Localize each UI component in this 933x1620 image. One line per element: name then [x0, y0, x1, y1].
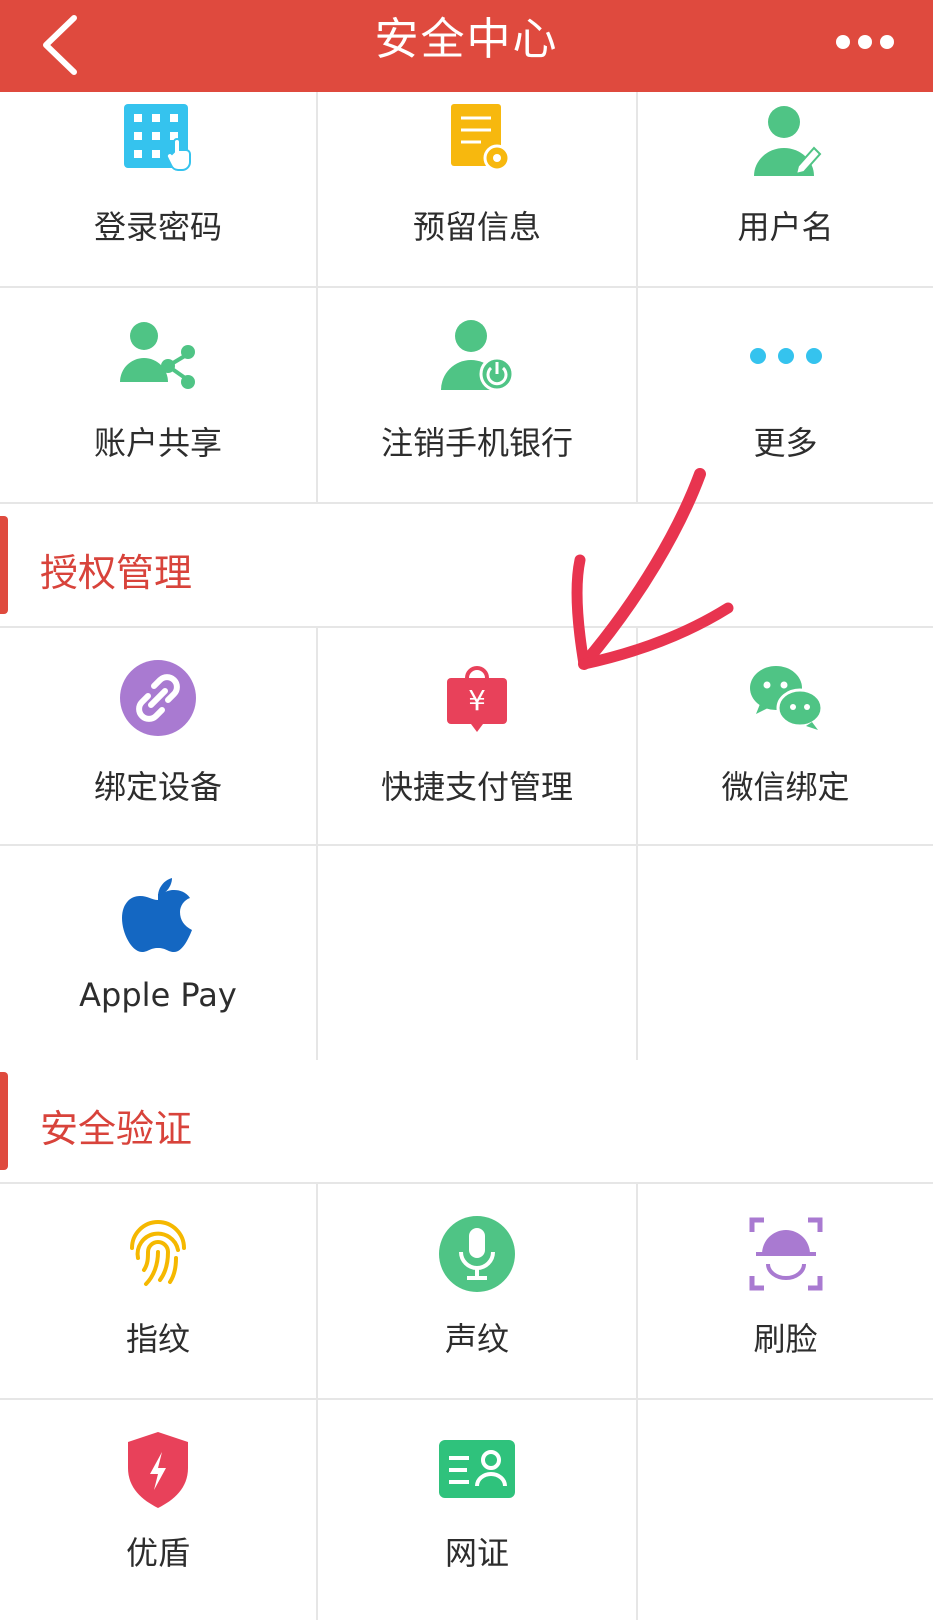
face-scan-icon [749, 1217, 822, 1291]
quick-pay-management-item[interactable]: ¥ 快捷支付管理 [318, 628, 638, 844]
item-label: 快捷支付管理 [380, 768, 573, 806]
shield-bolt-icon [128, 1432, 188, 1508]
item-label: 更多 [753, 424, 818, 462]
item-label: 微信绑定 [721, 768, 850, 806]
item-label: 账户共享 [93, 424, 222, 462]
security-grid: 指纹 声纹 刷脸 优盾 网证 [0, 1184, 933, 1620]
item-label: 指纹 [125, 1320, 190, 1358]
item-label: 刷脸 [753, 1320, 818, 1358]
item-label: 绑定设备 [93, 768, 222, 806]
user-share-icon [120, 322, 195, 389]
cancel-mobile-banking-item[interactable]: 注销手机银行 [318, 288, 638, 502]
more-item[interactable]: 更多 [638, 288, 933, 502]
document-gear-icon [451, 104, 511, 172]
keypad-icon [124, 104, 191, 171]
face-scan-item[interactable]: 刷脸 [638, 1184, 933, 1398]
grid-row: 登录密码 预留信息 用户名 [0, 92, 933, 288]
id-card-icon [439, 1440, 515, 1498]
auth-grid: 绑定设备 ¥ 快捷支付管理 微信绑定 Apple Pay [0, 628, 933, 1062]
yen-bag-icon: ¥ [447, 666, 507, 732]
item-label: 优盾 [125, 1534, 190, 1572]
section-accent-bar [0, 516, 8, 614]
bind-device-item[interactable]: 绑定设备 [0, 628, 318, 844]
link-icon [120, 660, 196, 736]
account-grid: 登录密码 预留信息 用户名 账户共享 注销手机银行 更多 [0, 92, 933, 504]
section-title: 安全验证 [40, 1107, 193, 1151]
more-dots-icon [749, 348, 822, 364]
section-title: 授权管理 [40, 551, 193, 595]
login-password-item[interactable]: 登录密码 [0, 92, 318, 286]
grid-row: 账户共享 注销手机银行 更多 [0, 288, 933, 504]
user-edit-icon [753, 106, 821, 176]
net-id-item[interactable]: 网证 [318, 1400, 638, 1620]
item-label: Apple Pay [79, 976, 237, 1014]
item-label: 用户名 [737, 208, 834, 246]
microphone-icon [439, 1216, 515, 1292]
grid-row: 优盾 网证 [0, 1400, 933, 1620]
svg-text:¥: ¥ [468, 684, 486, 717]
apple-pay-item[interactable]: Apple Pay [0, 846, 318, 1060]
apple-icon [122, 878, 192, 952]
u-shield-item[interactable]: 优盾 [0, 1400, 318, 1620]
wechat-binding-item[interactable]: 微信绑定 [638, 628, 933, 844]
page-title: 安全中心 [374, 14, 559, 65]
fingerprint-item[interactable]: 指纹 [0, 1184, 318, 1398]
voiceprint-item[interactable]: 声纹 [318, 1184, 638, 1398]
wechat-icon [749, 666, 823, 730]
more-dots-icon[interactable] [835, 30, 895, 54]
section-accent-bar [0, 1072, 8, 1170]
grid-row: 指纹 声纹 刷脸 [0, 1184, 933, 1400]
grid-row: Apple Pay [0, 846, 933, 1062]
username-item[interactable]: 用户名 [638, 92, 933, 286]
section-header-security: 安全验证 [0, 1060, 933, 1184]
item-label: 网证 [444, 1534, 509, 1572]
top-bar: 安全中心 [0, 0, 933, 92]
reserved-info-item[interactable]: 预留信息 [318, 92, 638, 286]
item-label: 预留信息 [412, 208, 541, 246]
item-label: 注销手机银行 [380, 424, 573, 462]
empty-cell [638, 846, 933, 1060]
item-label: 登录密码 [93, 208, 222, 246]
grid-row: 绑定设备 ¥ 快捷支付管理 微信绑定 [0, 628, 933, 846]
empty-cell [638, 1400, 933, 1620]
user-power-icon [441, 320, 515, 392]
empty-cell [318, 846, 638, 1060]
account-share-item[interactable]: 账户共享 [0, 288, 318, 502]
fingerprint-icon [130, 1220, 186, 1286]
section-header-auth: 授权管理 [0, 504, 933, 628]
item-label: 声纹 [444, 1320, 509, 1358]
